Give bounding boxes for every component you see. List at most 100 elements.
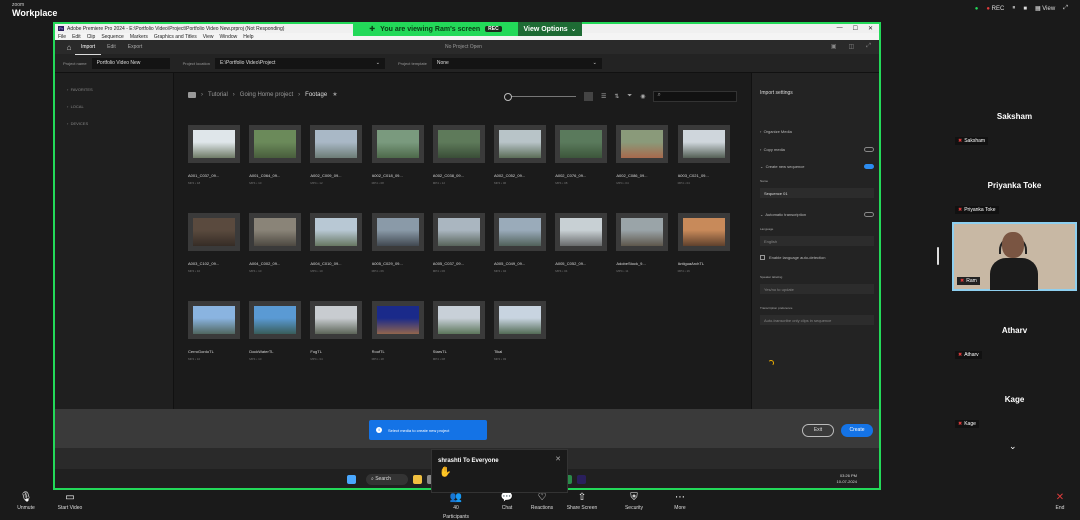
- menu-item[interactable]: Window: [219, 34, 237, 40]
- media-thumbnail[interactable]: CerroGordoTL MP4 • 10: [188, 301, 240, 361]
- media-name: RoofTL: [371, 349, 385, 354]
- media-thumbnail[interactable]: Tikal MP4 • 03: [494, 301, 546, 361]
- chat-notification[interactable]: shrashti To Everyone ✕ ✋: [431, 449, 568, 493]
- copy-media-toggle[interactable]: [864, 147, 874, 152]
- list-view-icon[interactable]: ☰: [601, 93, 606, 100]
- premiere-taskbar-icon[interactable]: [577, 475, 586, 484]
- media-thumbnail[interactable]: StarsTL MP4 • 08: [432, 301, 485, 361]
- chat-button[interactable]: 💬 Chat: [487, 492, 527, 511]
- media-thumbnail[interactable]: A003_C102_09... MP4 • 10: [188, 213, 240, 273]
- media-thumbnail[interactable]: A003_C021_09... MP4 • 04: [677, 125, 730, 185]
- start-video-button[interactable]: ▭ Start Video: [50, 492, 90, 511]
- create-sequence-toggle[interactable]: [864, 164, 874, 169]
- media-thumbnail[interactable]: AdobeStock_9... MP4 • 11: [616, 213, 669, 273]
- media-thumbnail[interactable]: DockWaterTL MP4 • 10: [249, 301, 302, 361]
- windows-start-icon[interactable]: [347, 475, 356, 484]
- sequence-name-input[interactable]: Sequence 01: [760, 188, 874, 198]
- preference-select[interactable]: Auto-transcribe only clips in sequence: [760, 315, 874, 325]
- menu-item[interactable]: Graphics and Titles: [154, 34, 197, 40]
- rec-indicator[interactable]: ● REC: [986, 6, 1004, 12]
- nav-favorites[interactable]: › FAVORITES: [67, 87, 173, 92]
- thumbnail-size-slider[interactable]: [504, 93, 576, 101]
- reactions-button[interactable]: ♡ Reactions: [522, 492, 562, 511]
- media-thumbnail[interactable]: A002_C086_09... MP4 • 04: [616, 125, 669, 185]
- close-icon[interactable]: ✕: [555, 455, 561, 463]
- sort-icon[interactable]: ⇅: [614, 93, 619, 100]
- visibility-icon[interactable]: ◉: [640, 93, 645, 100]
- media-thumbnail[interactable]: A005_C029_09... MP4 • 06: [371, 213, 424, 273]
- media-thumbnail[interactable]: A001_C064_09... MP4 • 10: [249, 125, 302, 185]
- pause-icon[interactable]: ⏸: [1012, 5, 1015, 12]
- media-thumbnail[interactable]: A005_C052_09... MP4 • 04: [555, 213, 608, 273]
- language-detect-row[interactable]: Enable language auto-detection: [760, 255, 826, 261]
- media-thumbnail[interactable]: A005_C037_09... MP4 • 06: [432, 213, 485, 273]
- menu-item[interactable]: Help: [243, 34, 253, 40]
- tab-edit[interactable]: Edit: [101, 40, 122, 54]
- grid-view-icon[interactable]: [584, 92, 593, 101]
- media-thumbnail[interactable]: A002_C052_09... MP4 • 06: [494, 125, 546, 185]
- media-thumbnail[interactable]: A001_C037_09... MP4 • 18: [188, 125, 240, 185]
- menu-item[interactable]: Sequence: [101, 34, 124, 40]
- media-thumbnail[interactable]: A005_C049_09... MP4 • 04: [494, 213, 546, 273]
- participant-tile[interactable]: Atharv ✖ Atharv: [952, 294, 1077, 363]
- breadcrumb-item[interactable]: Tutorial: [208, 92, 228, 98]
- media-thumbnail[interactable]: AntiguaArchTL MP4 • 16: [677, 213, 730, 273]
- close-icon[interactable]: ✕: [868, 25, 873, 32]
- star-icon[interactable]: ★: [332, 91, 337, 98]
- transcription-toggle[interactable]: [864, 212, 874, 217]
- participant-tile[interactable]: Saksham ✖ Saksham: [952, 80, 1077, 149]
- language-select[interactable]: English: [760, 236, 874, 246]
- media-thumbnail[interactable]: A002_C038_09... MP4 • 12: [432, 125, 485, 185]
- taskbar-search[interactable]: ⌕ Search: [366, 474, 408, 485]
- menu-item[interactable]: Markers: [130, 34, 148, 40]
- speaker-select[interactable]: Yes/no to update: [760, 284, 874, 294]
- unmute-button[interactable]: 🎙 Unmute: [6, 492, 46, 511]
- breadcrumb-item[interactable]: Going Home project: [240, 92, 293, 98]
- view-options-button[interactable]: View Options ⌄: [518, 22, 582, 36]
- maximize-icon[interactable]: ☐: [853, 25, 858, 32]
- media-thumbnail[interactable]: RoofTL MP4 • 18: [371, 301, 424, 361]
- media-thumbnail[interactable]: A004_C010_09... MP4 • 10: [310, 213, 363, 273]
- panel-resize-handle[interactable]: [937, 247, 939, 265]
- participant-tile[interactable]: Priyanka Toke ✖ Priyanka Toke: [952, 149, 1077, 218]
- nav-devices[interactable]: › DEVICES: [67, 121, 173, 126]
- tab-import[interactable]: Import: [75, 40, 102, 55]
- project-location-select[interactable]: E:\Portfolio Video\Project ⌄: [214, 57, 385, 69]
- security-button[interactable]: ⛨ Security: [614, 492, 654, 511]
- fullscreen-icon[interactable]: ⤢: [1063, 5, 1068, 12]
- security-label: Security: [624, 505, 644, 511]
- participant-tile[interactable]: ✖ Ram: [952, 222, 1077, 291]
- view-button[interactable]: ▦ View: [1035, 5, 1055, 12]
- more-button[interactable]: ⋯ More: [660, 492, 700, 511]
- menu-item[interactable]: File: [58, 34, 66, 40]
- filter-icon[interactable]: ⏷: [627, 93, 632, 100]
- nav-local[interactable]: › LOCAL: [67, 104, 173, 109]
- media-thumbnail[interactable]: A002_C018_09... MP4 • 08: [371, 125, 424, 185]
- checkbox[interactable]: [760, 255, 765, 261]
- tab-export[interactable]: Export: [122, 40, 148, 54]
- exit-button[interactable]: Exit: [802, 424, 834, 437]
- search-input[interactable]: ⌕: [653, 91, 738, 102]
- menu-item[interactable]: View: [203, 34, 214, 40]
- home-icon[interactable]: ⌂: [63, 43, 75, 52]
- media-thumbnail[interactable]: FogTL MP4 • 34: [310, 301, 363, 361]
- notification-icon[interactable]: ◫: [849, 43, 855, 50]
- end-button[interactable]: ✕ End: [1040, 492, 1080, 511]
- file-explorer-icon[interactable]: [413, 475, 422, 484]
- media-thumbnail[interactable]: A004_C002_09... MP4 • 10: [249, 213, 302, 273]
- minimize-icon[interactable]: —: [837, 25, 843, 32]
- participant-tile[interactable]: Kage ✖ Kage: [952, 363, 1077, 432]
- organize-media-row[interactable]: › Organize Media: [760, 129, 792, 134]
- create-button[interactable]: Create: [841, 424, 873, 437]
- workspace-icon[interactable]: ▣: [831, 43, 837, 50]
- project-name-input[interactable]: Portfolio Video New: [91, 57, 170, 69]
- media-thumbnail[interactable]: A002_C076_09... MP4 • 08: [555, 125, 608, 185]
- stop-icon[interactable]: ■: [1023, 6, 1027, 12]
- chevron-down-icon[interactable]: ⌄: [1009, 441, 1017, 452]
- media-thumbnail[interactable]: A002_C009_09... MP4 • 12: [310, 125, 363, 185]
- expand-icon[interactable]: ⤢: [866, 43, 871, 50]
- breadcrumb-current[interactable]: Footage: [305, 92, 327, 98]
- project-template-select[interactable]: None ⌄: [431, 57, 602, 69]
- share-screen-button[interactable]: ⇧ Share Screen: [562, 492, 602, 511]
- participants-button[interactable]: 👥 40 Participants: [436, 492, 476, 520]
